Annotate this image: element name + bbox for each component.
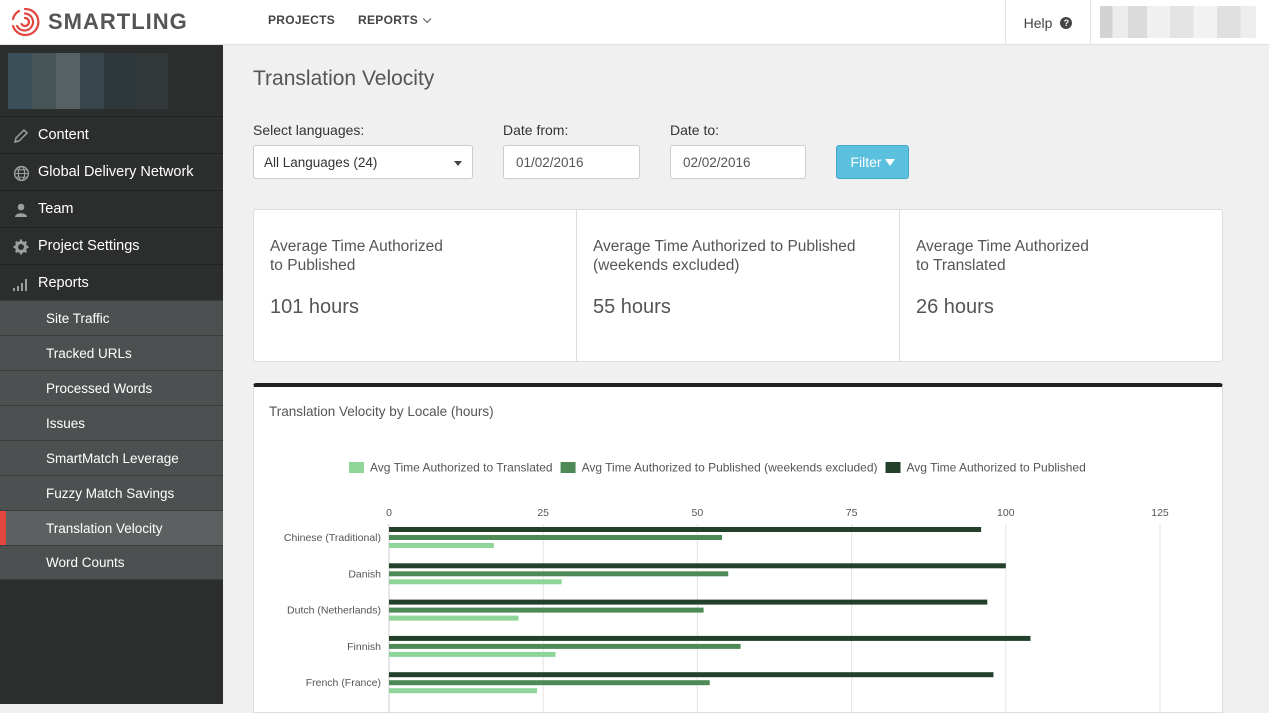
date-to-label: Date to: (670, 122, 720, 138)
sidebar-item-reports[interactable]: Reports (0, 264, 223, 301)
sidebar-item-label: Global Delivery Network (38, 164, 194, 180)
globe-icon (12, 164, 30, 182)
bar (389, 680, 710, 686)
bar (389, 635, 1031, 641)
fingerprint-logo-icon (11, 7, 40, 37)
velocity-bar-chart: Avg Time Authorized to Translated Avg Tim… (284, 461, 1169, 713)
top-navbar: SMARTLING PROJECTS REPORTS Help ? (0, 0, 1269, 45)
user-icon (12, 201, 30, 219)
y-category-label: Finnish (347, 641, 381, 653)
x-tick-label: 0 (386, 507, 392, 519)
legend-label: Avg Time Authorized to Published (907, 461, 1086, 475)
pencil-icon (12, 127, 30, 145)
stats-panel: Average Time Authorized to Published 101… (253, 209, 1223, 362)
legend-swatch (349, 462, 364, 473)
nav-reports[interactable]: REPORTS (358, 13, 432, 27)
legend-label: Avg Time Authorized to Published (weeken… (582, 461, 878, 475)
y-category-label: Danish (348, 568, 381, 580)
legend-swatch (885, 462, 901, 473)
stat-title: Average Time Authorized to Published (270, 238, 443, 274)
sidebar-subitem-fuzzy-match-savings[interactable]: Fuzzy Match Savings (0, 475, 223, 510)
y-category-label: Chinese (Traditional) (284, 532, 381, 544)
stat-value: 55 hours (593, 296, 671, 318)
signal-bars-icon (12, 275, 30, 293)
filter-button[interactable]: Filter (836, 145, 909, 179)
caret-down-icon (454, 161, 462, 166)
bar (389, 543, 494, 548)
x-tick-label: 75 (846, 507, 858, 519)
x-tick-label: 125 (1151, 507, 1169, 519)
brand-name: SMARTLING (48, 9, 188, 34)
smartling-logo[interactable]: SMARTLING (8, 5, 188, 39)
sidebar-subitem-smartmatch-leverage[interactable]: SmartMatch Leverage (0, 440, 223, 475)
stat-authorized-to-published-weekends-excluded: Average Time Authorized to Published (we… (576, 210, 899, 361)
sidebar-subitem-site-traffic[interactable]: Site Traffic (0, 300, 223, 335)
funnel-icon (884, 158, 895, 166)
sidebar-item-label: Team (38, 201, 74, 217)
bar (389, 615, 519, 621)
bar (389, 579, 562, 585)
bar (389, 527, 982, 532)
y-category-label: French (France) (306, 677, 381, 689)
bar (389, 571, 729, 577)
bar (389, 672, 994, 678)
sidebar-item-global-delivery-network[interactable]: Global Delivery Network (0, 153, 223, 190)
sidebar-subitem-translation-velocity[interactable]: Translation Velocity (0, 510, 223, 545)
bar (389, 643, 741, 649)
user-menu-redacted[interactable] (1100, 6, 1256, 38)
stat-title: Average Time Authorized to Translated (916, 238, 1089, 274)
x-tick-label: 50 (692, 507, 704, 519)
sidebar-item-content[interactable]: Content (0, 116, 223, 153)
help-button[interactable]: Help ? (1005, 0, 1091, 45)
nav-reports-label: REPORTS (358, 13, 419, 27)
stat-authorized-to-published: Average Time Authorized to Published 101… (254, 210, 576, 361)
sidebar-subitem-issues[interactable]: Issues (0, 405, 223, 440)
languages-selected-value: All Languages (24) (264, 154, 378, 170)
project-selector-redacted[interactable] (8, 53, 168, 109)
sidebar-subitem-word-counts[interactable]: Word Counts (0, 545, 223, 580)
bar (389, 688, 538, 694)
sidebar-item-label: Content (38, 127, 89, 143)
sidebar: Content Global Delivery Network Team Pro… (0, 45, 223, 704)
sidebar-subitem-processed-words[interactable]: Processed Words (0, 370, 223, 405)
x-tick-label: 100 (997, 507, 1015, 519)
question-icon: ? (1060, 16, 1073, 29)
stat-authorized-to-translated: Average Time Authorized to Translated 26… (899, 210, 1222, 361)
velocity-chart-card: Translation Velocity by Locale (hours) A… (253, 383, 1223, 713)
chevron-down-icon (422, 14, 432, 24)
gear-icon (12, 238, 30, 256)
bar (389, 651, 556, 657)
help-label: Help (1023, 14, 1053, 31)
sidebar-item-team[interactable]: Team (0, 190, 223, 227)
bar (389, 599, 988, 605)
x-tick-label: 25 (537, 507, 549, 519)
date-from-input[interactable]: 01/02/2016 (503, 145, 640, 179)
date-from-label: Date from: (503, 122, 569, 138)
filter-button-label: Filter (850, 154, 882, 170)
y-category-label: Dutch (Netherlands) (287, 605, 381, 617)
legend-label: Avg Time Authorized to Translated (370, 461, 553, 475)
sidebar-item-label: Reports (38, 275, 89, 291)
stat-title: Average Time Authorized to Published (we… (593, 238, 856, 274)
sidebar-subitem-tracked-urls[interactable]: Tracked URLs (0, 335, 223, 370)
bar (389, 535, 723, 540)
date-to-input[interactable]: 02/02/2016 (670, 145, 806, 179)
bar (389, 563, 1006, 569)
stat-value: 26 hours (916, 296, 994, 318)
sidebar-item-project-settings[interactable]: Project Settings (0, 227, 223, 264)
sidebar-item-label: Project Settings (38, 238, 140, 254)
legend-swatch (560, 462, 576, 473)
languages-select[interactable]: All Languages (24) (253, 145, 473, 179)
page-title: Translation Velocity (253, 67, 435, 90)
stat-value: 101 hours (270, 296, 359, 318)
languages-label: Select languages: (253, 122, 365, 138)
bar (389, 607, 704, 613)
nav-projects[interactable]: PROJECTS (268, 13, 335, 27)
